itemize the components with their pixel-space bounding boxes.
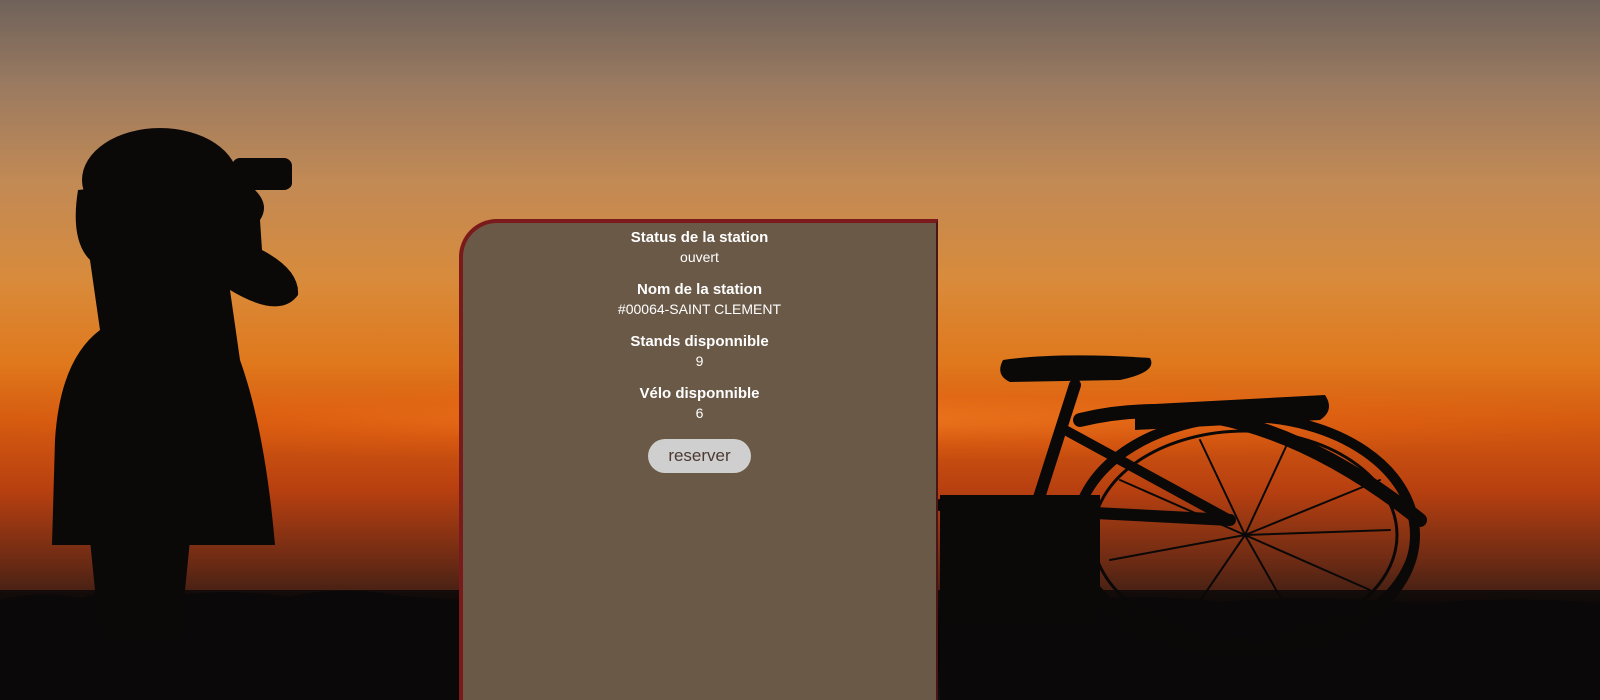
station-info-panel: Status de la station ouvert Nom de la st… [459,219,938,700]
station-status-field: Status de la station ouvert [463,228,936,266]
stands-available-value: 9 [695,353,704,369]
treeline-silhouette [0,590,460,700]
station-name-field: Nom de la station #00064-SAINT CLEMENT [463,280,936,318]
station-name-value: #00064-SAINT CLEMENT [617,301,782,317]
station-name-label: Nom de la station [636,281,763,298]
stands-available-label: Stands disponnible [630,333,769,350]
photographer-silhouette [52,128,299,640]
bikes-available-field: Vélo disponnible 6 [463,384,936,422]
station-status-value: ouvert [680,249,719,265]
reserve-button[interactable]: reserver [648,439,751,473]
sunset-background: Status de la station ouvert Nom de la st… [0,0,1600,700]
stands-available-field: Stands disponnible 9 [463,332,936,370]
bikes-available-value: 6 [695,405,704,421]
bikes-available-label: Vélo disponnible [639,385,760,402]
station-status-label: Status de la station [630,229,769,246]
